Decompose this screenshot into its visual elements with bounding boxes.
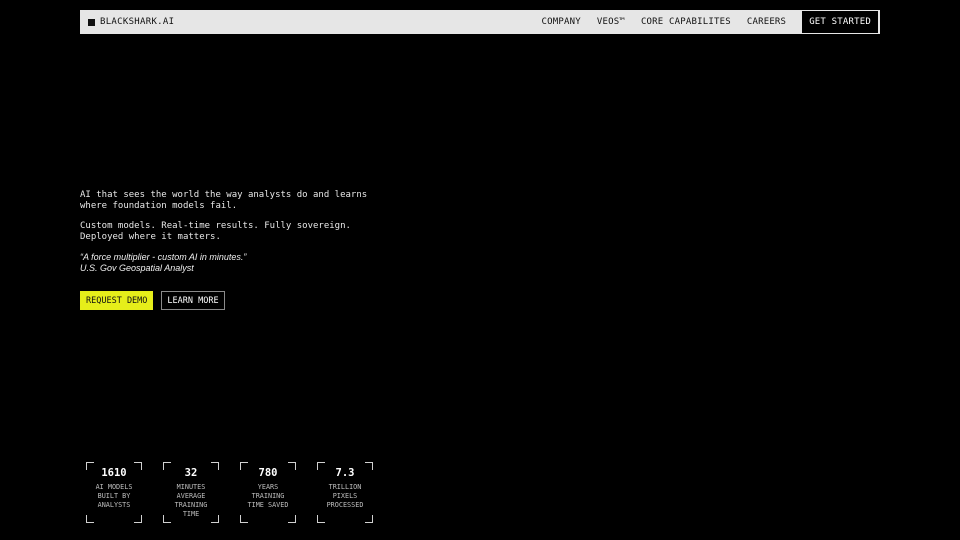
nav-item-core-capabilities[interactable]: CORE CAPABILITES [641,17,731,27]
nav-item-veos[interactable]: VEOS™ [597,17,625,27]
corner-bracket-icon [317,515,325,523]
stat-card: 1610 AI MODELS BUILT BY ANALYSTS [86,462,142,523]
hero-quote-attribution: U.S. Gov Geospatial Analyst [80,263,194,273]
brand-square-icon [88,18,95,26]
hero-buttons: REQUEST DEMO LEARN MORE [80,291,225,310]
corner-bracket-icon [211,462,219,470]
stat-label: AI MODELS BUILT BY ANALYSTS [95,483,133,509]
hero-tagline: AI that sees the world the way analysts … [80,190,368,211]
stats-row: 1610 AI MODELS BUILT BY ANALYSTS 32 MINU… [86,462,373,523]
stat-card: 780 YEARS TRAINING TIME SAVED [240,462,296,523]
corner-bracket-icon [288,462,296,470]
corner-bracket-icon [240,462,248,470]
top-nav: BLACKSHARK.AI COMPANY VEOS™ CORE CAPABIL… [80,10,880,34]
nav-item-company[interactable]: COMPANY [542,17,581,27]
corner-bracket-icon [240,515,248,523]
stat-card: 7.3 TRILLION PIXELS PROCESSED [317,462,373,523]
corner-bracket-icon [134,515,142,523]
corner-bracket-icon [365,515,373,523]
brand-logo[interactable]: BLACKSHARK.AI [88,10,174,34]
corner-bracket-icon [163,515,171,523]
corner-bracket-icon [86,515,94,523]
hero-section: AI that sees the world the way analysts … [80,190,380,274]
stat-label: YEARS TRAINING TIME SAVED [247,483,289,509]
corner-bracket-icon [134,462,142,470]
request-demo-button[interactable]: REQUEST DEMO [80,291,154,310]
stat-label: MINUTES AVERAGE TRAINING TIME [174,483,208,518]
nav-menu: COMPANY VEOS™ CORE CAPABILITES CAREERS G… [542,10,881,34]
corner-bracket-icon [86,462,94,470]
stat-card: 32 MINUTES AVERAGE TRAINING TIME [163,462,219,523]
get-started-button[interactable]: GET STARTED [802,11,878,33]
stat-label: TRILLION PIXELS PROCESSED [326,483,364,509]
corner-bracket-icon [365,462,373,470]
hero-subtagline: Custom models. Real-time results. Fully … [80,221,351,242]
corner-bracket-icon [288,515,296,523]
corner-bracket-icon [211,515,219,523]
corner-bracket-icon [163,462,171,470]
learn-more-button[interactable]: LEARN MORE [161,291,225,310]
brand-name: BLACKSHARK.AI [100,17,175,27]
nav-item-careers[interactable]: CAREERS [747,17,786,27]
corner-bracket-icon [317,462,325,470]
hero-quote: “A force multiplier - custom AI in minut… [80,252,247,262]
